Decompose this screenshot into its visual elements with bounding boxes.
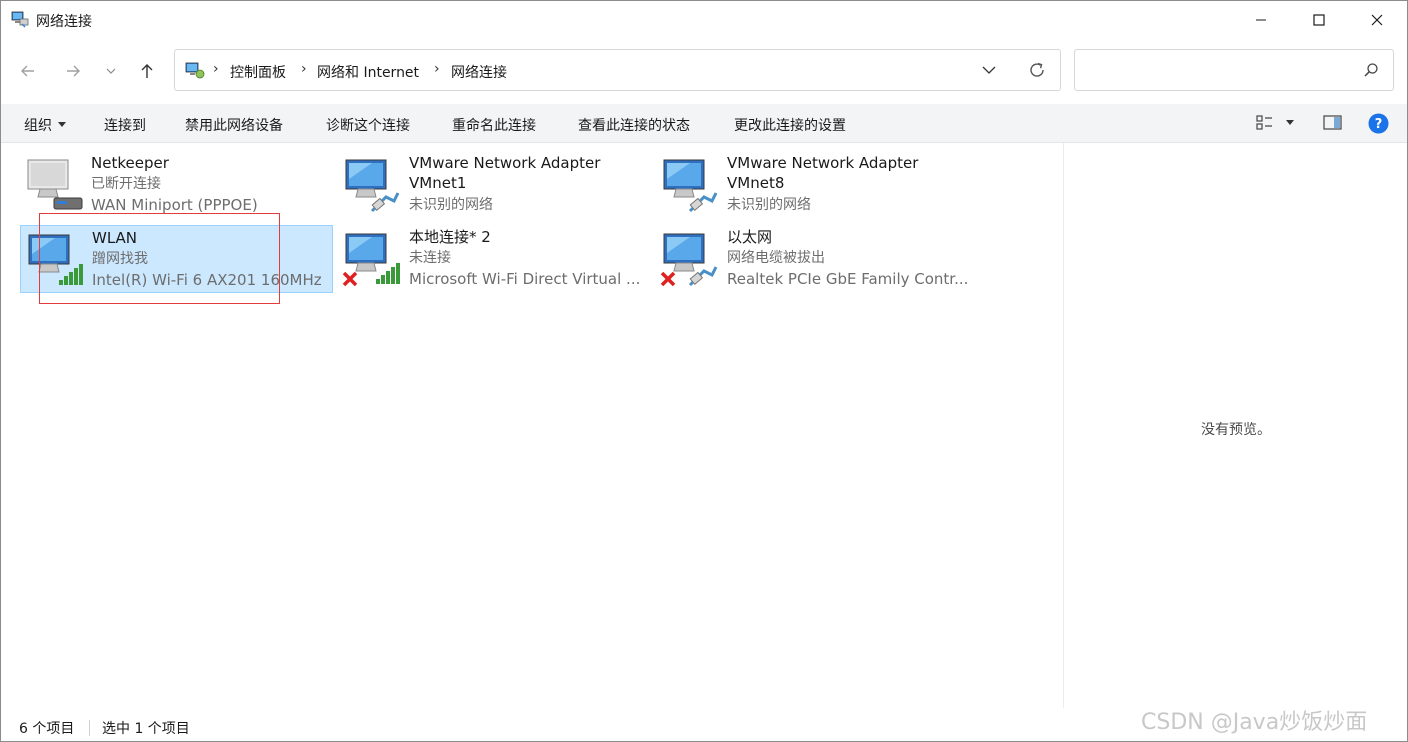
connection-status: 蹭网找我 — [92, 251, 148, 267]
maximize-icon — [1313, 14, 1325, 26]
wifi-network-disconnected-icon — [342, 233, 400, 287]
connection-name-line2: VMnet8 — [727, 174, 785, 192]
title-bar: 网络连接 — [1, 1, 1407, 39]
item-count: 6 个项目 — [19, 721, 75, 737]
arrow-left-icon — [21, 65, 34, 77]
connection-name: 本地连接* 2 — [409, 228, 491, 246]
command-bar: 组织 连接到 禁用此网络设备 诊断这个连接 重命名此连接 查看此连接的状态 更改… — [1, 104, 1407, 143]
connection-netkeeper[interactable]: Netkeeper 已断开连接 WAN Miniport (PPPOE) — [20, 151, 333, 219]
up-button[interactable] — [133, 57, 161, 85]
maximize-button[interactable] — [1290, 1, 1348, 39]
rename-button[interactable]: 重命名此连接 — [452, 115, 536, 135]
connection-vmnet1[interactable]: VMware Network Adapter VMnet1 未识别的网络 — [338, 151, 651, 219]
connection-name: WLAN — [92, 229, 138, 247]
close-button[interactable] — [1348, 1, 1406, 39]
connection-ethernet[interactable]: 以太网 网络电缆被拔出 Realtek PCIe GbE Family Cont… — [656, 225, 969, 293]
status-divider — [89, 720, 90, 736]
disable-device-button[interactable]: 禁用此网络设备 — [185, 115, 283, 135]
connection-device: Intel(R) Wi-Fi 6 AX201 160MHz — [92, 271, 322, 289]
back-button[interactable] — [14, 57, 42, 85]
arrow-up-icon — [141, 64, 153, 78]
connection-device: WAN Miniport (PPPOE) — [91, 196, 258, 214]
search-icon[interactable] — [1363, 62, 1379, 78]
connection-status: 未识别的网络 — [727, 197, 811, 213]
minimize-button[interactable] — [1232, 1, 1290, 39]
search-box[interactable] — [1074, 49, 1394, 91]
refresh-icon[interactable] — [1027, 60, 1047, 80]
ethernet-network-icon — [663, 159, 718, 213]
connection-name: Netkeeper — [91, 154, 169, 172]
connection-wlan[interactable]: WLAN 蹭网找我 Intel(R) Wi-Fi 6 AX201 160MHz — [20, 225, 333, 293]
search-input[interactable] — [1085, 60, 1359, 82]
window-title: 网络连接 — [36, 14, 92, 30]
svg-text:?: ? — [1375, 117, 1383, 132]
address-bar[interactable]: › 控制面板 › 网络和 Internet › 网络连接 — [174, 49, 1061, 91]
connect-to-button[interactable]: 连接到 — [104, 115, 146, 135]
network-connections-icon — [11, 11, 29, 28]
view-status-button[interactable]: 查看此连接的状态 — [578, 115, 690, 135]
connection-status: 网络电缆被拔出 — [727, 250, 825, 266]
forward-button[interactable] — [59, 57, 87, 85]
change-settings-button[interactable]: 更改此连接的设置 — [734, 115, 846, 135]
dialup-network-icon — [27, 159, 83, 210]
view-options-icon[interactable] — [1256, 114, 1274, 132]
breadcrumb-control-panel[interactable]: 控制面板 — [230, 62, 286, 82]
organize-label: 组织 — [24, 118, 52, 134]
recent-locations-button[interactable] — [97, 57, 125, 85]
watermark: CSDN @Java炒饭炒面 — [1141, 710, 1368, 735]
connection-name: VMware Network Adapter — [409, 154, 601, 172]
view-dropdown-icon[interactable] — [1285, 119, 1295, 127]
organize-menu[interactable]: 组织 — [24, 115, 66, 135]
close-icon — [1371, 14, 1383, 26]
connection-device: Microsoft Wi-Fi Direct Virtual ... — [409, 270, 641, 288]
dropdown-arrow-icon — [58, 121, 66, 127]
connection-local-2[interactable]: 本地连接* 2 未连接 Microsoft Wi-Fi Direct Virtu… — [338, 225, 651, 293]
chevron-right-icon: › — [213, 61, 219, 77]
preview-pane: 没有预览。 — [1063, 143, 1407, 708]
chevron-right-icon: › — [434, 61, 440, 77]
connection-status: 已断开连接 — [91, 176, 161, 192]
chevron-right-icon: › — [301, 61, 307, 77]
explorer-window: 网络连接 › 控制面板 › 网络和 Internet › 网络连接 组织 连接到… — [0, 0, 1408, 742]
connection-name: 以太网 — [727, 228, 773, 246]
control-panel-icon — [185, 62, 205, 79]
wifi-network-icon — [28, 234, 83, 285]
arrow-right-icon — [67, 65, 80, 77]
chevron-down-icon[interactable] — [981, 62, 997, 78]
diagnose-button[interactable]: 诊断这个连接 — [326, 115, 410, 135]
selected-count: 选中 1 个项目 — [102, 721, 190, 737]
chevron-down-icon — [106, 68, 116, 74]
connection-status: 未识别的网络 — [409, 197, 493, 213]
connection-device: Realtek PCIe GbE Family Contr... — [727, 270, 969, 288]
help-icon[interactable]: ? — [1368, 113, 1389, 134]
connection-status: 未连接 — [409, 250, 451, 266]
no-preview-text: 没有预览。 — [1201, 422, 1271, 438]
ethernet-network-disconnected-icon — [660, 233, 718, 287]
connection-name-line2: VMnet1 — [409, 174, 467, 192]
breadcrumb-network-connections[interactable]: 网络连接 — [451, 62, 507, 82]
connection-vmnet8[interactable]: VMware Network Adapter VMnet8 未识别的网络 — [656, 151, 969, 219]
minimize-icon — [1256, 19, 1266, 21]
connection-name: VMware Network Adapter — [727, 154, 919, 172]
breadcrumb-network-internet[interactable]: 网络和 Internet — [317, 62, 419, 82]
connections-list: Netkeeper 已断开连接 WAN Miniport (PPPOE) VMw… — [1, 143, 1063, 708]
preview-pane-icon[interactable] — [1323, 114, 1343, 132]
ethernet-network-icon — [345, 159, 400, 213]
